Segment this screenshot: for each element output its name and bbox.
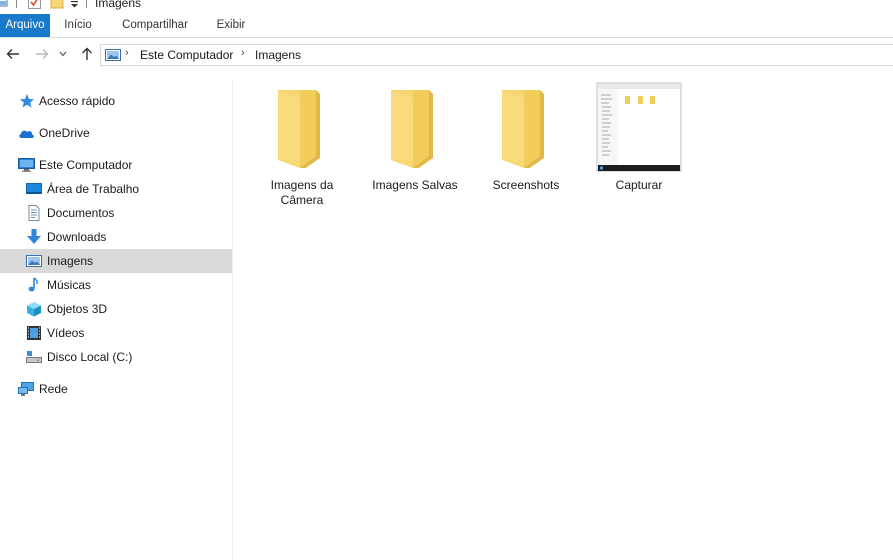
- toolbar-separator: [86, 0, 87, 8]
- sidebar-item-label: OneDrive: [39, 126, 90, 140]
- sidebar-item-music[interactable]: Músicas: [0, 273, 232, 297]
- sidebar-item-quick-access[interactable]: Acesso rápido: [0, 89, 232, 113]
- breadcrumb-este-computador[interactable]: Este Computador: [140, 48, 233, 62]
- title-bar: Imagens: [0, 0, 893, 12]
- sidebar-item-label: Rede: [39, 382, 68, 396]
- tab-share[interactable]: Compartilhar: [112, 14, 198, 37]
- sidebar-item-label: Downloads: [47, 230, 107, 244]
- window-icon: [0, 0, 8, 11]
- sidebar-item-network[interactable]: Rede: [0, 377, 232, 401]
- sidebar-item-downloads[interactable]: Downloads: [0, 225, 232, 249]
- tab-home[interactable]: Início: [56, 14, 100, 37]
- new-folder-icon[interactable]: [50, 0, 64, 12]
- properties-icon[interactable]: [28, 0, 41, 12]
- forward-button[interactable]: [32, 44, 52, 64]
- sidebar-item-label: Músicas: [47, 278, 92, 292]
- sidebar-item-3d-objects[interactable]: Objetos 3D: [0, 297, 232, 321]
- arrow-up-icon: [82, 47, 92, 60]
- star-icon: [19, 93, 35, 109]
- folder-icon: [270, 84, 334, 172]
- image-thumbnail-icon: [596, 82, 682, 177]
- chevron-down-icon[interactable]: [70, 0, 79, 12]
- address-bar[interactable]: › Este Computador › Imagens: [100, 44, 893, 66]
- sidebar-item-onedrive[interactable]: OneDrive: [0, 121, 232, 145]
- arrow-left-icon: [6, 49, 19, 59]
- sidebar-item-label: Disco Local (C:): [47, 350, 133, 364]
- up-button[interactable]: [77, 44, 97, 64]
- ribbon-tabs: Arquivo Início Compartilhar Exibir: [0, 14, 893, 38]
- video-icon: [26, 325, 42, 341]
- sidebar-item-label: Imagens: [47, 254, 94, 268]
- chevron-right-icon[interactable]: ›: [241, 47, 245, 59]
- sidebar-item-label: Este Computador: [39, 158, 133, 172]
- sidebar-item-desktop[interactable]: Área de Trabalho: [0, 177, 232, 201]
- chevron-right-icon[interactable]: ›: [125, 47, 129, 59]
- sidebar-item-local-disk[interactable]: Disco Local (C:): [0, 345, 232, 369]
- sidebar-item-label: Acesso rápido: [39, 94, 116, 108]
- folder-label: Imagens da Câmera: [270, 178, 334, 207]
- computer-icon: [18, 157, 35, 173]
- cloud-icon: [18, 125, 34, 141]
- folder-icon: [383, 84, 447, 172]
- sidebar-item-label: Área de Trabalho: [47, 182, 140, 196]
- music-icon: [26, 277, 42, 293]
- toolbar-separator: [16, 0, 17, 8]
- sidebar-item-label: Documentos: [47, 206, 115, 220]
- arrow-right-icon: [36, 49, 49, 59]
- folder-icon: [494, 84, 558, 172]
- network-icon: [18, 381, 34, 397]
- sidebar-item-this-pc[interactable]: Este Computador: [0, 153, 232, 177]
- sidebar-item-videos[interactable]: Vídeos: [0, 321, 232, 345]
- download-icon: [26, 229, 42, 245]
- sidebar-item-documents[interactable]: Documentos: [0, 201, 232, 225]
- folder-label: Screenshots: [492, 178, 560, 192]
- window-title: Imagens: [95, 0, 142, 10]
- desktop-icon: [26, 181, 42, 197]
- navigation-pane: Acesso rápido OneDrive Este Computador Á…: [0, 80, 233, 560]
- back-button[interactable]: [3, 44, 23, 64]
- pictures-icon: [105, 48, 121, 65]
- chevron-down-icon: [59, 51, 67, 57]
- drive-icon: [26, 349, 42, 365]
- sidebar-item-label: Objetos 3D: [47, 302, 108, 316]
- tab-file[interactable]: Arquivo: [0, 14, 50, 37]
- file-label: Capturar: [615, 178, 663, 192]
- recent-locations-button[interactable]: [56, 44, 70, 64]
- breadcrumb-imagens[interactable]: Imagens: [255, 48, 301, 62]
- sidebar-item-pictures[interactable]: Imagens: [0, 249, 232, 273]
- documents-icon: [26, 205, 42, 221]
- folder-label: Imagens Salvas: [372, 178, 458, 192]
- cube-icon: [26, 301, 42, 317]
- tab-view[interactable]: Exibir: [208, 14, 254, 37]
- pictures-icon: [26, 253, 42, 269]
- sidebar-item-label: Vídeos: [47, 326, 85, 340]
